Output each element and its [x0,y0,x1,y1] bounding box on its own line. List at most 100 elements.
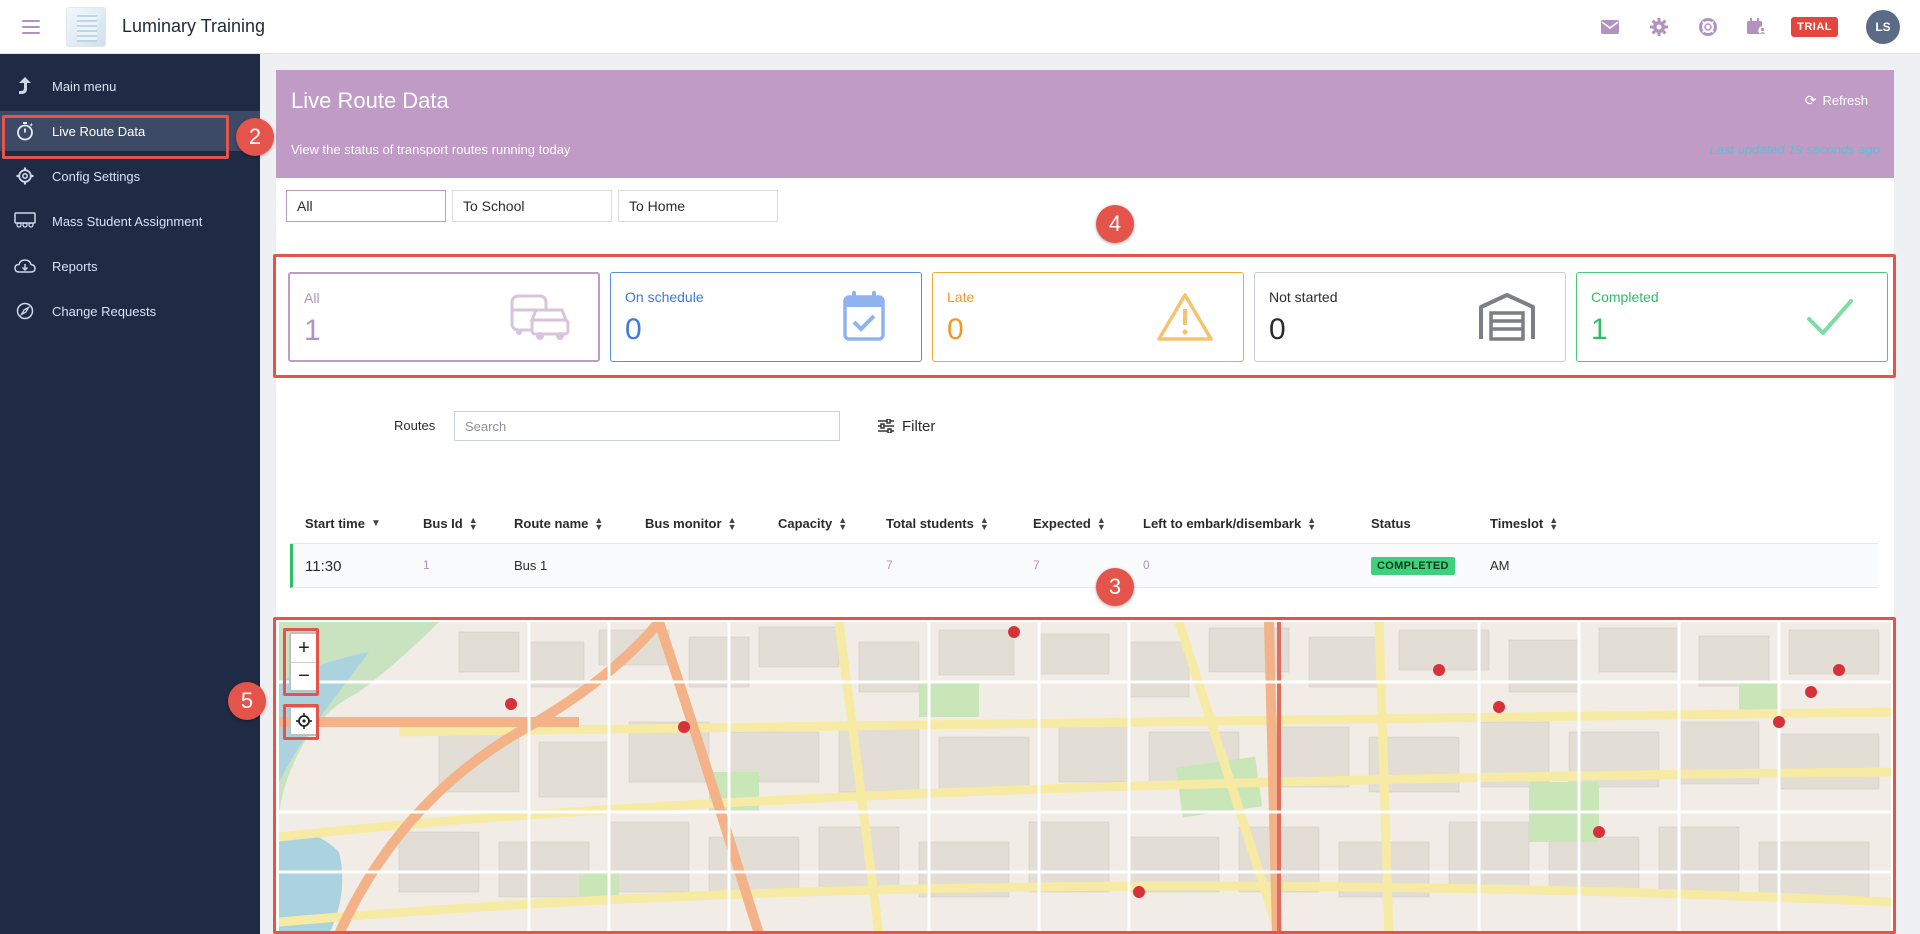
app-logo[interactable] [66,6,106,47]
card-value: 0 [947,313,964,346]
page-title: Live Route Data [291,88,449,113]
annotation-badge-3: 3 [1096,568,1134,606]
sidebar-item-label: Change Requests [52,303,157,319]
card-label: Not started [1269,289,1338,305]
column-timeslot[interactable]: Timeslot ▲ ▼ [1490,515,1558,531]
group-icon [14,210,36,232]
table-row[interactable]: 11:30 1 Bus 1 7 7 0 COMPLETED AM [290,544,1878,588]
last-updated-text: Last updated 19 seconds ago [1709,142,1880,157]
annotation-badge-5: 5 [228,682,266,720]
routes-search-input[interactable] [454,411,840,441]
refresh-button[interactable]: ⟳ Refresh [1805,92,1868,109]
sidebar-item-config-settings[interactable]: Config Settings [0,156,260,196]
column-bus-monitor[interactable]: Bus monitor ▲ ▼ [645,515,736,531]
column-expected[interactable]: Expected ▲ ▼ [1033,515,1106,531]
sidebar-item-label: Live Route Data [52,123,146,139]
column-total-students[interactable]: Total students ▲ ▼ [886,515,989,531]
crosshair-icon [296,713,312,729]
status-badge: COMPLETED [1371,557,1455,575]
status-card-not-started[interactable]: Not started 0 [1254,272,1566,362]
status-cards: All 1 On schedule 0 Late 0 Not started 0… [288,272,1898,362]
routes-label: Routes [394,418,436,433]
page-header: Live Route Data View the status of trans… [276,70,1894,178]
sidebar-item-reports[interactable]: Reports [0,246,260,286]
column-bus-id[interactable]: Bus Id ▲ ▼ [423,515,478,531]
card-label: Late [947,289,975,305]
mail-icon[interactable] [1600,17,1620,37]
annotation-badge-2: 2 [236,118,274,156]
table-header: Start time ▼ Bus Id ▲ ▼ Route name ▲ ▼ Bus mo… [290,504,1878,544]
trial-badge: TRIAL [1791,17,1838,37]
lifebuoy-icon[interactable] [1698,17,1718,37]
sidebar-item-label: Mass Student Assignment [52,213,203,229]
column-status: Status [1371,516,1411,531]
top-icons: TRIAL LS [1571,0,1900,54]
refresh-label: Refresh [1822,93,1868,108]
column-left-to-embark[interactable]: Left to embark/disembark ▲ ▼ [1143,515,1316,531]
warning-icon [1157,293,1213,341]
bus-car-icon [510,294,570,340]
sidebar-item-live-route-data[interactable]: Live Route Data [0,111,260,151]
arrow-up-icon [14,75,36,97]
card-value: 0 [1269,313,1286,346]
cell-start-time: 11:30 [305,558,342,575]
zoom-in-button[interactable]: + [291,634,317,662]
zoom-control: + − [289,632,319,692]
locate-button[interactable] [289,706,319,736]
card-value: 1 [1591,313,1608,346]
card-value: 0 [625,313,642,346]
user-avatar[interactable]: LS [1866,10,1900,44]
sidebar-item-label: Main menu [52,78,117,94]
hamburger-menu-icon[interactable] [22,19,40,34]
filter-button[interactable]: Filter [878,409,935,443]
direction-tabs: All To School To Home [286,190,784,222]
column-capacity[interactable]: Capacity ▲ ▼ [778,515,847,531]
sidebar-item-label: Reports [52,258,98,274]
filter-label: Filter [902,417,936,435]
zoom-out-button[interactable]: − [291,662,317,690]
tab-to-home[interactable]: To Home [618,190,778,222]
cell-expected[interactable]: 7 [1033,558,1040,572]
calendar-check-icon [843,291,885,341]
cloud-download-icon [14,255,36,277]
refresh-icon: ⟳ [1804,92,1817,108]
card-label: Completed [1591,289,1659,305]
page-subtitle: View the status of transport routes runn… [291,142,571,157]
compass-icon [14,300,36,322]
map-tiles[interactable] [279,622,1891,934]
checkmark-icon [1807,299,1853,335]
tab-to-school[interactable]: To School [452,190,612,222]
app-title: Luminary Training [122,16,266,36]
cell-bus-id[interactable]: 1 [423,558,430,572]
route-map[interactable]: + − [279,622,1891,934]
calendar-user-icon[interactable] [1747,17,1767,37]
sidebar: Main menu Live Route Data Config Setting… [0,54,260,934]
column-route-name[interactable]: Route name ▲ ▼ [514,515,603,531]
tab-all[interactable]: All [286,190,446,222]
card-value: 1 [304,314,321,347]
sidebar-item-change-requests[interactable]: Change Requests [0,291,260,331]
cell-timeslot: AM [1490,558,1510,573]
card-label: On schedule [625,289,704,305]
gear-icon [14,165,36,187]
cell-route-name: Bus 1 [514,558,548,573]
gear-icon[interactable] [1649,17,1669,37]
routes-table: Start time ▼ Bus Id ▲ ▼ Route name ▲ ▼ Bus mo… [290,504,1878,588]
status-card-late[interactable]: Late 0 [932,272,1244,362]
cell-total-students[interactable]: 7 [886,558,893,572]
stopwatch-icon [14,120,36,142]
top-bar: Luminary Training TRIAL LS [0,0,1920,54]
cell-left-to-embark[interactable]: 0 [1143,558,1150,572]
main-panel: Live Route Data View the status of trans… [276,70,1894,934]
status-card-all[interactable]: All 1 [288,272,600,362]
sidebar-item-main-menu[interactable]: Main menu [0,66,260,106]
column-start-time[interactable]: Start time ▼ [305,516,381,531]
sliders-icon [878,419,894,433]
garage-icon [1479,293,1535,341]
sidebar-item-mass-student-assignment[interactable]: Mass Student Assignment [0,201,260,241]
status-card-completed[interactable]: Completed 1 [1576,272,1888,362]
status-card-on-schedule[interactable]: On schedule 0 [610,272,922,362]
sidebar-item-label: Config Settings [52,168,141,184]
annotation-badge-4: 4 [1096,205,1134,243]
card-label: All [304,290,320,306]
